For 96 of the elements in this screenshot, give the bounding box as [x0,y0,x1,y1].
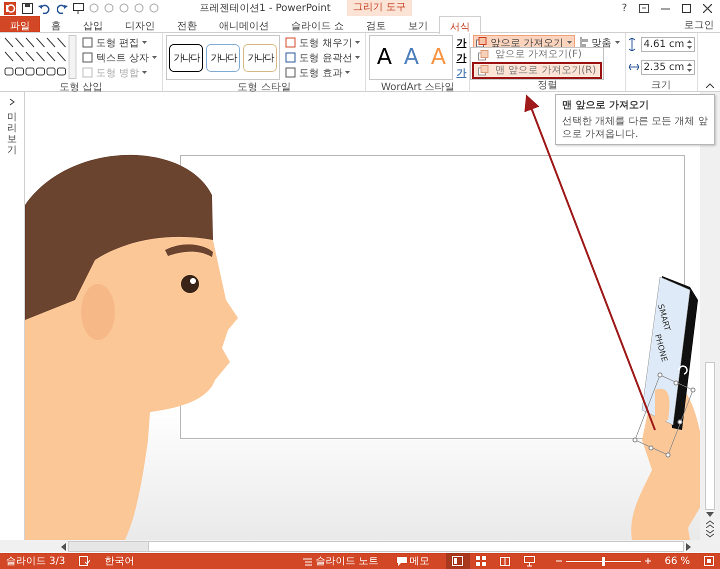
scrollbar-thumb[interactable] [705,362,715,510]
wordart-preset[interactable]: A [372,44,396,72]
caret-icon[interactable] [142,40,148,44]
zoom-out-icon[interactable] [556,558,562,564]
group-label: 도형 스타일 [236,81,292,93]
ribbon-display-icon[interactable] [639,4,649,12]
help-button[interactable]: ? [622,2,627,14]
width-field[interactable]: 2.35 cm [640,60,695,75]
text-format-button[interactable]: 가 [456,35,466,50]
shape-style-preset[interactable]: 가나다 [169,44,204,72]
selection-frame[interactable] [632,372,696,458]
ribbon-tab[interactable]: 애니메이션 [208,16,280,32]
zoom-in-icon[interactable] [644,558,651,564]
text-format-button[interactable]: 가 [456,50,466,65]
layers-icon [478,50,489,60]
caret-icon[interactable] [152,56,158,60]
save-icon[interactable] [22,2,33,14]
next-slide-icon[interactable] [706,530,714,538]
shape-gallery[interactable] [3,35,77,79]
view-glyph-icon [500,556,512,566]
phone-label: PHONE [653,333,670,363]
slide-counter: 슬라이드 3/3 [6,555,66,568]
caret-icon[interactable] [355,56,360,60]
presentation-icon[interactable] [73,2,84,14]
notes-button[interactable]: 슬라이드 노트 [301,553,381,569]
shape-style-preset[interactable]: 가나다 [206,44,240,72]
menu-item[interactable]: 앞으로 가져오기(F) [472,48,602,62]
ribbon-tab[interactable]: 보기 [397,16,440,32]
ribbon-tab[interactable]: 서식 [439,16,482,34]
square-icon [82,67,93,78]
caret-icon[interactable] [355,40,360,44]
ribbon-tab[interactable]: 디자인 [114,16,166,32]
scrollbar-thumb[interactable] [69,542,149,551]
spinner-icon[interactable] [686,40,692,49]
square-icon [82,37,93,48]
view-glyph-icon [476,556,488,566]
fit-slide-icon[interactable] [704,556,714,566]
scroll-left-icon[interactable] [60,542,66,550]
collapse-ribbon-icon[interactable] [706,83,714,88]
command-button[interactable]: 도형 채우기 [283,35,362,50]
group-label: 크기 [650,79,672,91]
scroll-right-icon[interactable] [686,542,692,550]
expand-icon[interactable] [9,98,15,106]
group-label: 도형 삽입 [58,81,104,93]
tooltip-title: 맨 앞으로 가져오기 [562,99,650,112]
close-icon[interactable] [703,4,712,12]
caret-icon[interactable] [345,70,350,74]
square-icon [285,37,296,48]
redo-icon[interactable] [57,2,68,14]
speech-bubble-icon [396,556,407,566]
height-field[interactable]: 4.61 cm [640,37,695,52]
command-button[interactable]: 텍스트 상자 [80,50,160,65]
ribbon-tab[interactable]: 삽입 [72,16,114,32]
tooltip-text: 선택한 개체를 다른 모든 개체 앞으로 가져옵니다. [562,115,708,141]
text-format-button[interactable]: 가 [456,65,466,80]
undo-icon[interactable] [38,2,52,14]
thumbnail-pane-label[interactable]: 미리 보기 [7,112,17,156]
command-button[interactable]: 도형 편집 [80,35,160,50]
caret-icon[interactable] [614,40,620,44]
normal-view-icon[interactable] [446,553,470,569]
zoom-slider-thumb[interactable] [602,556,606,566]
menu-item[interactable]: 맨 앞으로 가져오기(R) [472,62,602,79]
rotation-handle-icon[interactable] [678,365,688,375]
window-title: 프레젠테이션1 - PowerPoint [198,2,332,15]
caret-icon[interactable] [566,40,572,44]
contextual-tab-label: 그리기 도구 [347,0,412,16]
zoom-level[interactable]: 66 % [664,556,690,566]
spinner-icon[interactable] [686,63,692,72]
shape-style-preset[interactable]: 가나다 [243,44,278,72]
command-button[interactable]: 도형 효과 [283,65,362,80]
align-button[interactable]: 맞춤 [578,35,622,50]
wordart-preset[interactable]: A [399,44,424,72]
maximize-icon[interactable] [682,4,691,12]
square-icon [285,52,296,63]
command-button[interactable]: 도형 윤곽선 [283,50,362,65]
group-label: 정렬 [536,79,558,91]
ribbon-tab[interactable]: 파일 [0,16,40,32]
comments-button[interactable]: 메모 [394,553,432,569]
language-label[interactable]: 한국어 [104,554,134,568]
square-icon [82,52,93,63]
square-icon [285,67,296,78]
ribbon-tab[interactable]: 슬라이드 쇼 [280,16,356,32]
ribbon-tab[interactable]: 홈 [40,16,72,32]
notes-icon [303,556,312,566]
align-icon [580,37,589,48]
view-glyph-icon [452,556,464,566]
ribbon-tab[interactable]: 검토 [355,16,398,32]
sign-in-link[interactable]: 로그인 [678,16,720,32]
phone-label: SMART [656,303,672,332]
layers-icon [478,65,489,76]
group-label: WordArt 스타일 [380,81,456,93]
ribbon-tab[interactable]: 전환 [166,16,208,32]
spelling-icon[interactable] [79,556,90,566]
app-logo-icon[interactable] [3,2,17,14]
view-glyph-icon [524,556,536,566]
previous-slide-icon[interactable] [706,520,714,528]
